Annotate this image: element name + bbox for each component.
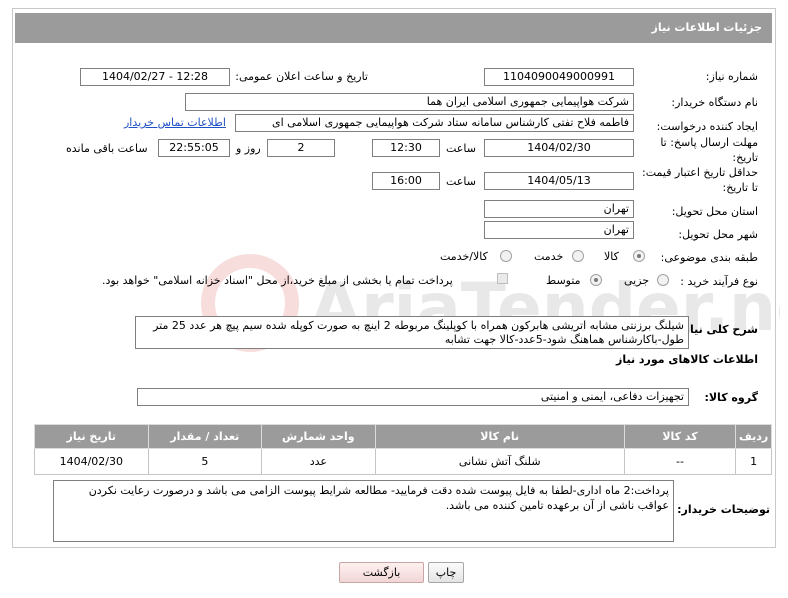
process-option-minor: جزیی — [624, 274, 650, 287]
category-option-goods-service: کالا/خدمت — [440, 250, 488, 263]
process-label: نوع فرآیند خرید : — [680, 275, 758, 288]
buyer-notes-field: پرداخت:2 ماه اداری-لطفا به فایل پیوست شد… — [53, 480, 674, 542]
days-field: 2 — [267, 139, 335, 157]
goods-group-field: تجهیزات دفاعی، ایمنی و امنیتی — [137, 388, 689, 406]
cell-unit: عدد — [261, 448, 376, 475]
reply-time-field: 12:30 — [372, 139, 440, 157]
buyer-contact-link[interactable]: اطلاعات تماس خریدار — [124, 116, 226, 129]
col-name: نام کالا — [374, 424, 625, 449]
cell-date: 1404/02/30 — [34, 448, 149, 475]
page-title: جزئیات اطلاعات نیاز — [15, 13, 772, 43]
reply-deadline-label-2: تاریخ: — [732, 151, 758, 164]
price-date-field: 1404/05/13 — [484, 172, 634, 190]
back-button[interactable]: بازگشت — [339, 562, 424, 583]
announce-field: 1404/02/27 - 12:28 — [80, 68, 230, 86]
category-option-goods: کالا — [604, 250, 619, 263]
price-time-field: 16:00 — [372, 172, 440, 190]
price-time-label: ساعت — [446, 175, 476, 188]
city-field: تهران — [484, 221, 634, 239]
cell-row: 1 — [735, 448, 772, 475]
treasury-payment-checkbox[interactable] — [497, 273, 508, 284]
col-code: کد کالا — [623, 424, 737, 449]
reply-time-label: ساعت — [446, 142, 476, 155]
buyer-org-label: نام دستگاه خریدار: — [671, 96, 758, 109]
category-radio-goods[interactable] — [633, 250, 645, 262]
col-row: ردیف — [735, 424, 772, 449]
remaining-label: ساعت باقی مانده — [66, 142, 148, 155]
category-label: طبقه بندی موضوعی: — [660, 251, 758, 264]
city-label: شهر محل تحویل: — [678, 228, 758, 241]
items-table-header: ردیف کد کالا نام کالا واحد شمارش تعداد /… — [34, 424, 772, 449]
items-table: ردیف کد کالا نام کالا واحد شمارش تعداد /… — [34, 424, 772, 475]
announce-label: تاریخ و ساعت اعلان عمومی: — [235, 70, 368, 83]
print-button[interactable]: چاپ — [428, 562, 464, 583]
buyer-notes-label: توضیحات خریدار: — [677, 503, 770, 516]
reply-deadline-label: مهلت ارسال پاسخ: تا — [660, 136, 758, 149]
cell-name: شلنگ آتش نشانی — [374, 448, 625, 475]
price-validity-label: حداقل تاریخ اعتبار قیمت: — [642, 166, 758, 179]
category-radio-service[interactable] — [572, 250, 584, 262]
requester-field: فاطمه فلاح تفتی کارشناس سامانه ستاد شرکت… — [235, 114, 634, 132]
treasury-payment-note: پرداخت تمام یا بخشی از مبلغ خرید،از محل … — [102, 274, 453, 287]
col-date: تاریخ نیاز — [34, 424, 149, 449]
process-option-medium: متوسط — [546, 274, 581, 287]
cell-code: -- — [623, 448, 737, 475]
process-radio-minor[interactable] — [657, 274, 669, 286]
need-number-label: شماره نیاز: — [705, 70, 758, 83]
remaining-time-field: 22:55:05 — [158, 139, 230, 157]
col-unit: واحد شمارش — [261, 424, 376, 449]
cell-qty: 5 — [147, 448, 263, 475]
col-qty: تعداد / مقدار — [147, 424, 263, 449]
province-label: استان محل تحویل: — [671, 205, 758, 218]
category-option-service: خدمت — [534, 250, 564, 263]
requester-label: ایجاد کننده درخواست: — [656, 120, 758, 133]
price-validity-label-2: تا تاریخ: — [722, 181, 758, 194]
process-radio-medium[interactable] — [590, 274, 602, 286]
general-desc-label: شرح کلی نیاز: — [679, 323, 758, 336]
table-row: 1 -- شلنگ آتش نشانی عدد 5 1404/02/30 — [34, 448, 772, 475]
goods-group-label: گروه کالا: — [704, 391, 758, 404]
general-desc-field: شیلنگ برزنتی مشابه اتریشی هابرکون همراه … — [135, 316, 689, 349]
need-number-field: 1104090049000991 — [484, 68, 634, 86]
category-radio-goods-service[interactable] — [500, 250, 512, 262]
days-label: روز و — [236, 142, 261, 155]
province-field: تهران — [484, 200, 634, 218]
reply-date-field: 1404/02/30 — [484, 139, 634, 157]
buyer-org-field: شرکت هواپیمایی جمهوری اسلامی ایران هما — [185, 93, 634, 111]
goods-info-title: اطلاعات کالاهای مورد نیاز — [616, 353, 758, 366]
